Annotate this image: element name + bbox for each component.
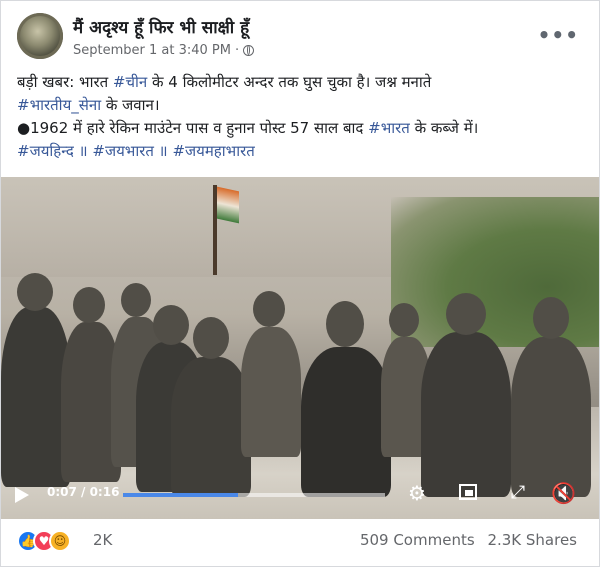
reactions-summary[interactable]: 👍 ♥ ☺: [17, 529, 71, 553]
hashtag-link[interactable]: #भारत: [368, 119, 410, 137]
video-controls: 0:07 / 0:16 ⚙ ⤢ 🔇: [1, 469, 599, 519]
post-text-span: ●1962 में हारे रेकिन माउंटेन पास व हुनान…: [17, 119, 369, 137]
care-reaction-icon: ☺: [49, 530, 71, 552]
volume-muted-icon[interactable]: 🔇: [551, 481, 576, 505]
post-text: बड़ी खबर: भारत #चीन के 4 किलोमीटर अन्दर …: [17, 71, 587, 163]
post-line-1: बड़ी खबर: भारत #चीन के 4 किलोमीटर अन्दर …: [17, 71, 587, 94]
reaction-count[interactable]: 2K: [93, 531, 112, 549]
post-line-2: #भारतीय_सेना के जवान।: [17, 94, 587, 117]
hashtag-link[interactable]: #भारतीय_सेना: [17, 96, 101, 114]
post-text-span: बड़ी खबर: भारत: [17, 73, 113, 91]
fullscreen-icon[interactable]: ⤢: [506, 481, 530, 505]
facebook-post-card: मैं अदृश्य हूँ फिर भी साक्षी हूँ Septemb…: [0, 0, 600, 567]
post-text-span: के कब्जे में।: [409, 119, 479, 137]
meta-separator: ·: [234, 43, 240, 58]
engagement-bar: 👍 ♥ ☺ 2K 509 Comments 2.3K Shares: [1, 519, 599, 566]
globe-icon[interactable]: [243, 45, 255, 56]
post-text-span: के 4 किलोमीटर अन्दर तक घुस चुका है। जश्न…: [147, 73, 432, 91]
flag-icon: [217, 186, 239, 224]
hashtag-link[interactable]: #जयभारत: [92, 142, 154, 160]
play-icon[interactable]: [15, 487, 29, 503]
video-crowd: [1, 267, 599, 497]
page-avatar[interactable]: [17, 13, 63, 59]
post-line-3: ●1962 में हारे रेकिन माउंटेन पास व हुनान…: [17, 117, 587, 140]
comments-count[interactable]: 509 Comments: [360, 531, 475, 549]
post-timestamp[interactable]: September 1 at 3:40 PM: [73, 43, 231, 58]
picture-in-picture-icon[interactable]: [456, 481, 480, 505]
hashtag-link[interactable]: #जयहिन्द: [17, 142, 74, 160]
hashtag-link[interactable]: #चीन: [113, 73, 147, 91]
more-horizontal-icon[interactable]: •••: [538, 23, 579, 47]
page-name[interactable]: मैं अदृश्य हूँ फिर भी साक्षी हूँ: [73, 15, 249, 38]
post-line-4: #जयहिन्द ॥ #जयभारत ॥ #जयमहाभारत: [17, 140, 587, 163]
post-text-span: के जवान।: [101, 96, 160, 114]
post-header: मैं अदृश्य हूँ फिर भी साक्षी हूँ Septemb…: [17, 13, 585, 63]
video-player[interactable]: 0:07 / 0:16 ⚙ ⤢ 🔇: [1, 177, 599, 519]
shares-count[interactable]: 2.3K Shares: [487, 531, 577, 549]
hashtag-link[interactable]: #जयमहाभारत: [172, 142, 254, 160]
hashtag-separator: ॥: [73, 142, 93, 160]
video-time: 0:07 / 0:16: [47, 485, 120, 499]
hashtag-separator: ॥: [153, 142, 173, 160]
engagement-stats: 509 Comments 2.3K Shares: [352, 531, 577, 549]
video-progress-bar[interactable]: [123, 493, 385, 497]
settings-gear-icon[interactable]: ⚙: [405, 481, 429, 505]
video-progress-fill: [123, 493, 239, 497]
post-meta: September 1 at 3:40 PM ·: [73, 43, 255, 58]
